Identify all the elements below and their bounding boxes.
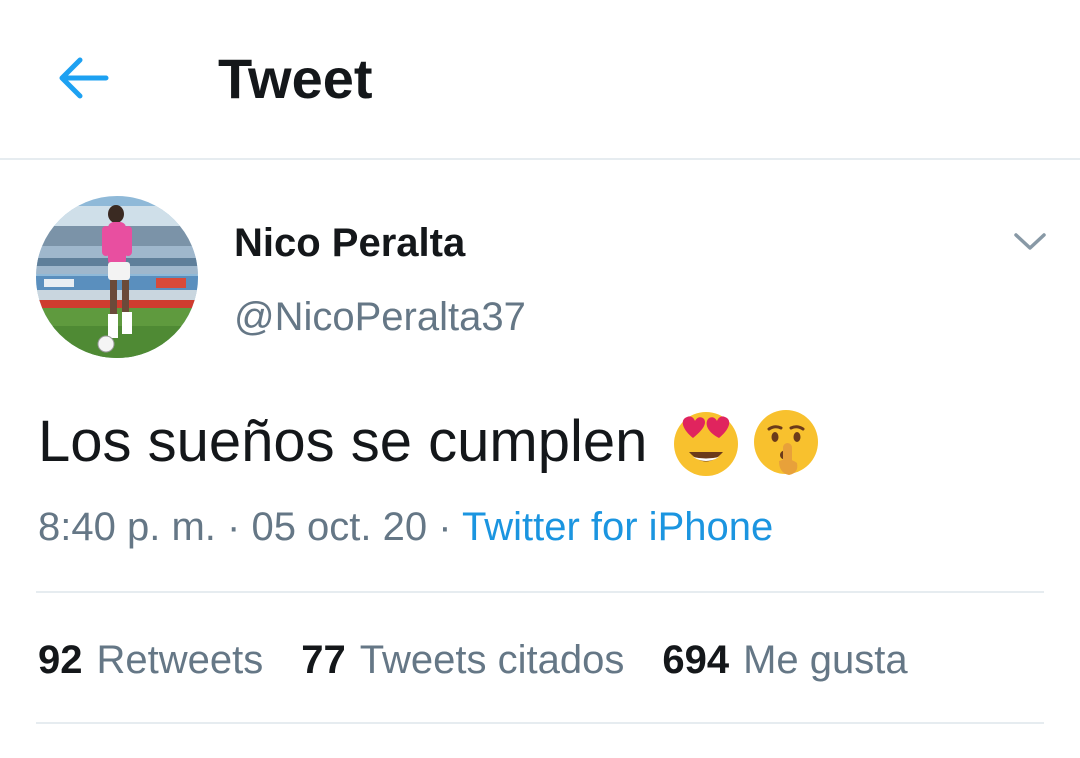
- author-handle[interactable]: @NicoPeralta37: [234, 292, 526, 342]
- tweet-source-link[interactable]: Twitter for iPhone: [462, 505, 773, 549]
- arrow-left-icon: [59, 57, 109, 99]
- quote-tweets-count: 77: [301, 638, 346, 682]
- meta-separator: ·: [438, 505, 452, 549]
- tweet-detail-screen: Tweet Nico Peralta @NicoPeralta37 Los su…: [0, 0, 1080, 758]
- tweet-meta: 8:40 p. m. · 05 oct. 20 · Twitter for iP…: [38, 500, 773, 554]
- tweet-text-content: Los sueños se cumplen: [38, 409, 648, 474]
- meta-separator: ·: [227, 505, 241, 549]
- quote-tweets-label: Tweets citados: [359, 638, 625, 682]
- shushing-face-emoji: [754, 410, 819, 475]
- tweet-menu-button[interactable]: [1004, 218, 1056, 266]
- chevron-down-icon: [1014, 233, 1046, 250]
- back-button[interactable]: [48, 46, 120, 110]
- heart-eyes-emoji: [674, 412, 739, 476]
- retweets-count: 92: [38, 638, 83, 682]
- tweet-time: 8:40 p. m.: [38, 505, 216, 549]
- divider: [36, 722, 1044, 724]
- retweets-label: Retweets: [96, 638, 264, 682]
- retweets-stat[interactable]: 92 Retweets: [38, 632, 263, 688]
- divider: [36, 591, 1044, 593]
- likes-count: 694: [662, 638, 730, 682]
- player-photo: [36, 196, 198, 358]
- author-name[interactable]: Nico Peralta: [234, 218, 465, 268]
- likes-stat[interactable]: 694 Me gusta: [662, 632, 907, 688]
- tweet-date: 05 oct. 20: [251, 505, 428, 549]
- top-bar: Tweet: [0, 0, 1080, 160]
- avatar[interactable]: [36, 196, 198, 358]
- tweet-stats: 92 Retweets 77 Tweets citados 694 Me gus…: [38, 632, 908, 688]
- tweet-text: Los sueños se cumplen: [38, 402, 823, 482]
- quote-tweets-stat[interactable]: 77 Tweets citados: [301, 632, 624, 688]
- likes-label: Me gusta: [743, 638, 908, 682]
- page-title: Tweet: [218, 47, 373, 110]
